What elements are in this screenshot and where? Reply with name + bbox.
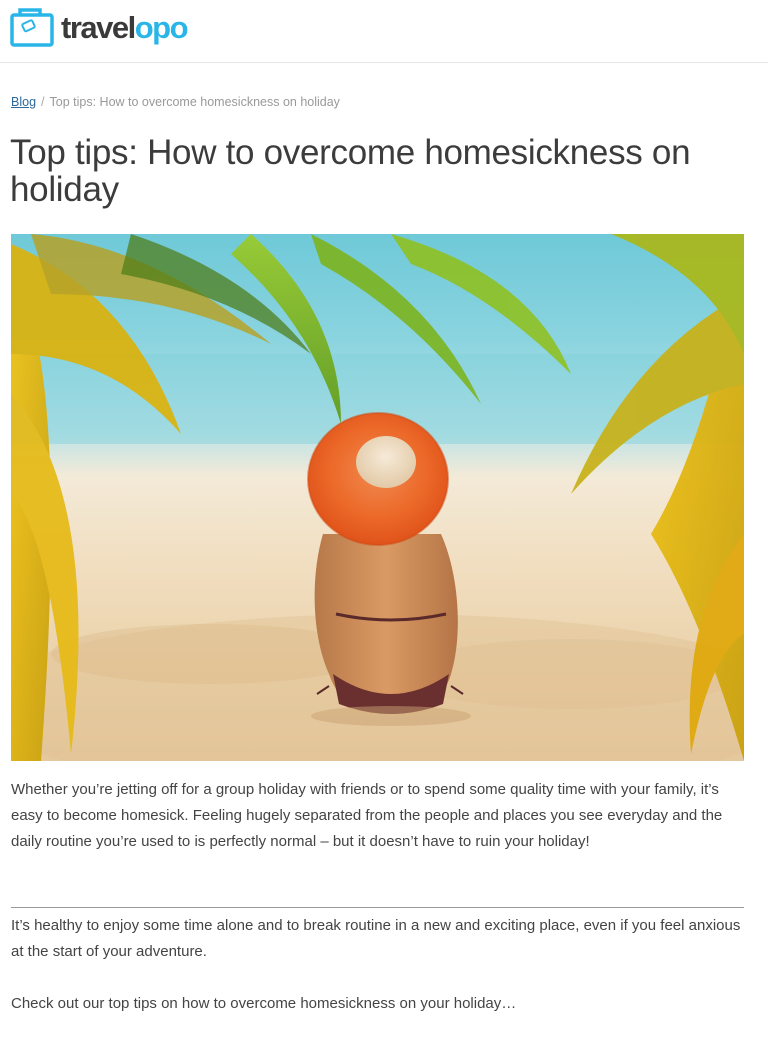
hero-image	[11, 234, 744, 761]
divider	[11, 907, 744, 908]
site-logo[interactable]: travelopo	[10, 8, 189, 48]
logo-text-opo: opo	[134, 10, 189, 45]
article-paragraph: Check out our top tips on how to overcom…	[11, 995, 517, 1012]
site-header: travelopo	[0, 0, 768, 63]
breadcrumb-link-blog[interactable]: Blog	[11, 95, 36, 109]
logo-wordmark: travelopo	[61, 8, 189, 48]
breadcrumb-separator: /	[41, 95, 45, 109]
suitcase-icon	[10, 8, 54, 47]
article-paragraph: It’s healthy to enjoy some time alone an…	[11, 917, 741, 960]
breadcrumb: Blog / Top tips: How to overcome homesic…	[11, 95, 340, 109]
page-title: Top tips: How to overcome homesickness o…	[10, 133, 691, 209]
breadcrumb-current: Top tips: How to overcome homesickness o…	[49, 95, 340, 109]
article-paragraph: Whether you’re jetting off for a group h…	[11, 781, 723, 850]
logo-text-travel: travel	[61, 10, 136, 45]
